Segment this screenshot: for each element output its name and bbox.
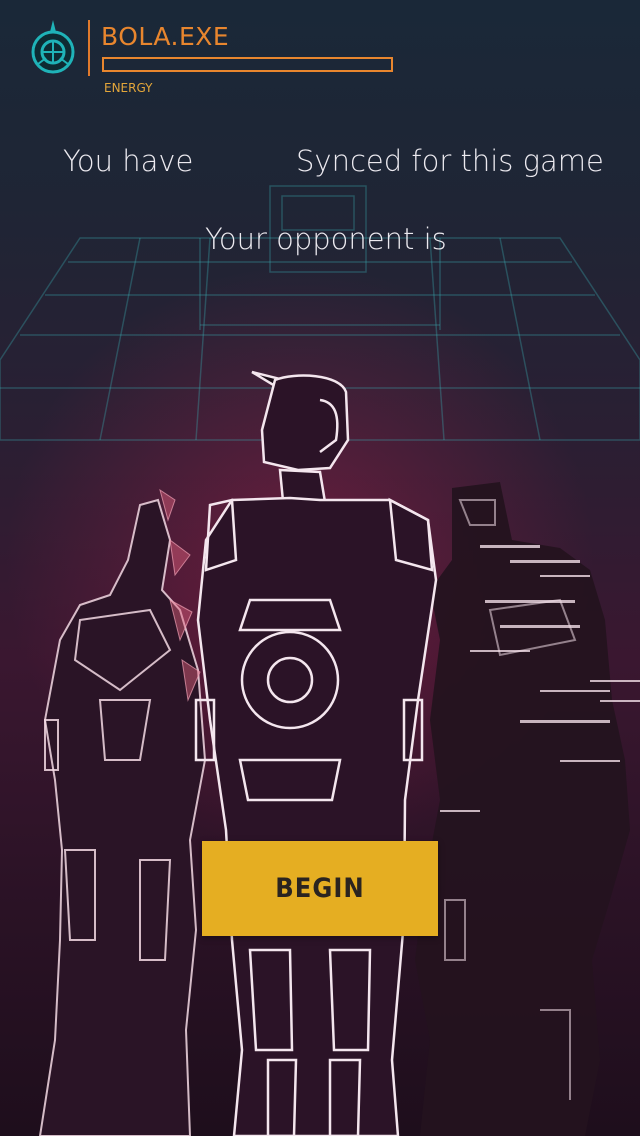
- energy-label: ENERGY: [104, 81, 153, 95]
- bot-name: BOLA.EXE: [101, 22, 230, 51]
- opponent-text: Your opponent is: [205, 222, 447, 256]
- begin-button[interactable]: BEGIN: [202, 841, 438, 936]
- robot-crest-icon: [31, 20, 75, 74]
- crystal-robot: [38, 488, 207, 1136]
- energy-bar: [102, 57, 393, 72]
- glitch-robot: [415, 482, 640, 1136]
- game-screen: BOLA.EXE ENERGY You have Synced for this…: [0, 0, 640, 1136]
- center-robot: [194, 370, 438, 1136]
- begin-button-label: BEGIN: [275, 872, 365, 904]
- header-divider: [88, 20, 90, 76]
- you-have-text: You have: [63, 144, 194, 178]
- synced-text: Synced for this game: [296, 144, 604, 178]
